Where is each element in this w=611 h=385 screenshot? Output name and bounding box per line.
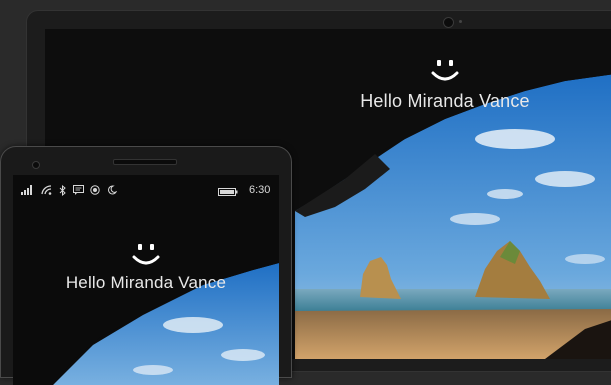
phone-earpiece <box>113 159 177 165</box>
phone-status-bar: 6:30 <box>13 181 279 201</box>
greeting-text: Hello Miranda Vance <box>65 273 227 292</box>
message-icon <box>73 185 84 195</box>
greeting-text: Hello Miranda Vance <box>360 91 530 111</box>
laptop-greeting: Hello Miranda Vance <box>340 57 550 112</box>
phone-device: 6:30 Hello Miranda Vance <box>0 146 292 385</box>
clock-time: 6:30 <box>249 184 271 196</box>
webcam-icon <box>443 17 454 28</box>
wifi-icon <box>41 185 52 195</box>
phone-greeting: Hello Miranda Vance <box>41 241 251 293</box>
quiet-hours-moon-icon <box>108 185 117 195</box>
camera-sensor <box>459 20 462 23</box>
smiley-face-icon <box>132 244 160 265</box>
bluetooth-icon <box>59 185 66 196</box>
smiley-face-icon <box>431 60 459 81</box>
signal-bars-icon <box>21 185 32 195</box>
phone-lock-screen: 6:30 Hello Miranda Vance <box>13 175 279 385</box>
battery-icon <box>218 188 238 196</box>
front-camera-icon <box>32 161 40 169</box>
location-icon <box>90 185 100 195</box>
